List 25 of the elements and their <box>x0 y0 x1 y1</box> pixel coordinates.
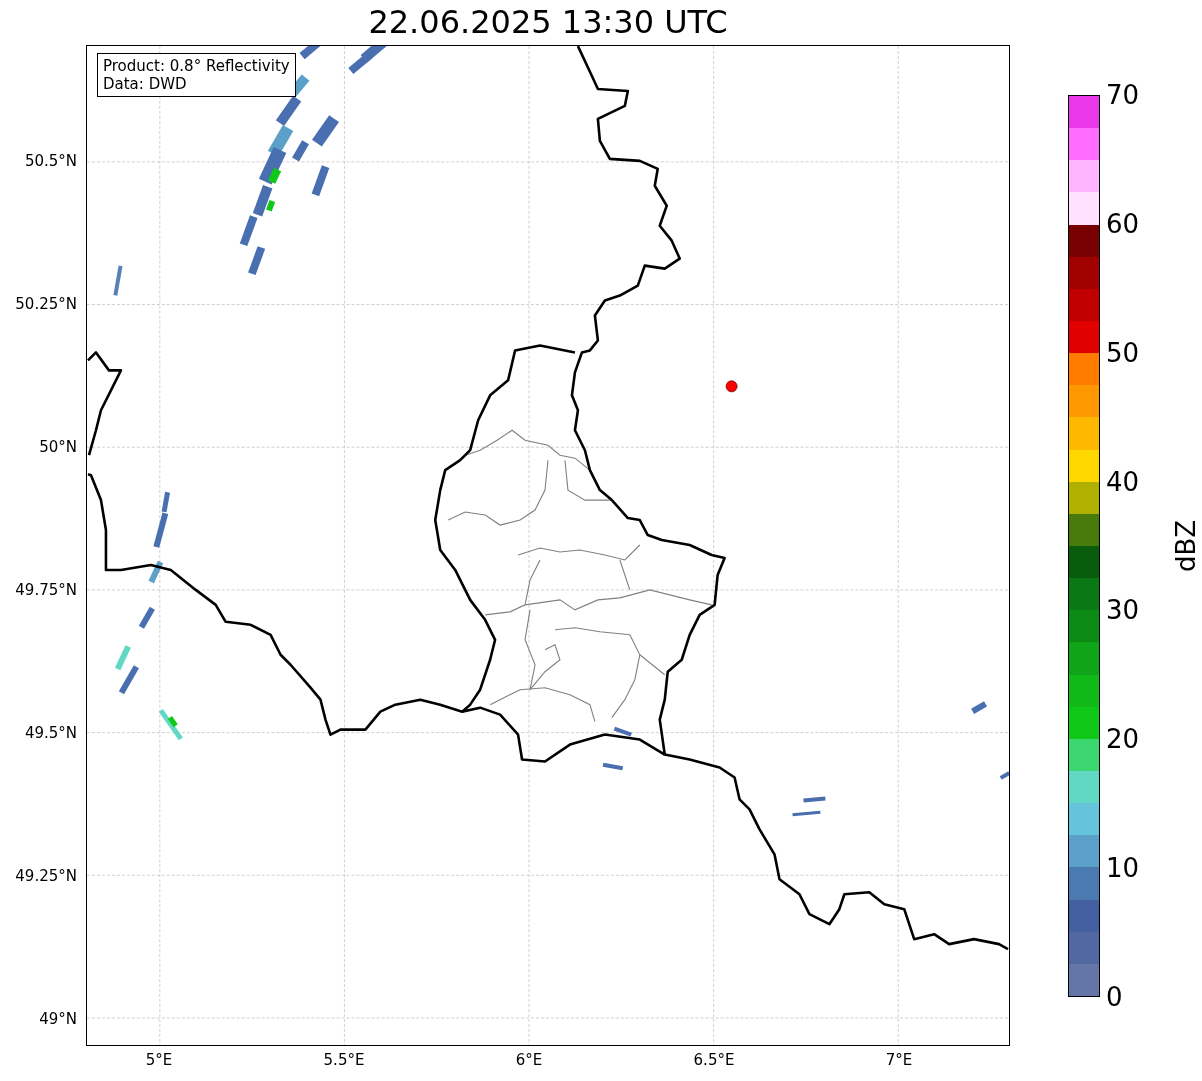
colorbar-tick-label: 60 <box>1106 208 1140 239</box>
longitude-label: 6°E <box>515 1051 543 1069</box>
colorbar-tick-label: 10 <box>1106 853 1140 884</box>
colorbar-tick-label: 50 <box>1106 337 1140 368</box>
latitude-label: 49.25°N <box>15 867 77 885</box>
colorbar-tick-label: 0 <box>1106 982 1123 1012</box>
longitude-label: 6.5°E <box>693 1051 735 1069</box>
colorbar-tick-label: 30 <box>1106 595 1140 626</box>
longitude-label: 5°E <box>145 1051 173 1069</box>
longitude-label: 5.5°E <box>323 1051 365 1069</box>
location-marker <box>725 380 738 393</box>
longitude-label: 7°E <box>885 1051 913 1069</box>
colorbar-tick-label: 70 <box>1106 80 1140 110</box>
colorbar-label: dBZ <box>1171 519 1202 573</box>
legend-text: Data: DWD <box>103 75 188 93</box>
latitude-label: 50°N <box>39 438 77 456</box>
latitude-label: 49.75°N <box>15 581 77 599</box>
latitude-label: 50.5°N <box>24 152 77 170</box>
legend-text: Product: 0.8° Reflectivity <box>103 57 290 75</box>
chart-title: 22.06.2025 13:30 UTC <box>368 2 728 43</box>
colorbar-tick-label: 20 <box>1106 724 1140 755</box>
latitude-label: 49.5°N <box>24 724 77 742</box>
latitude-label: 50.25°N <box>15 295 77 313</box>
latitude-label: 49°N <box>39 1010 77 1028</box>
colorbar-tick-label: 40 <box>1106 466 1140 497</box>
